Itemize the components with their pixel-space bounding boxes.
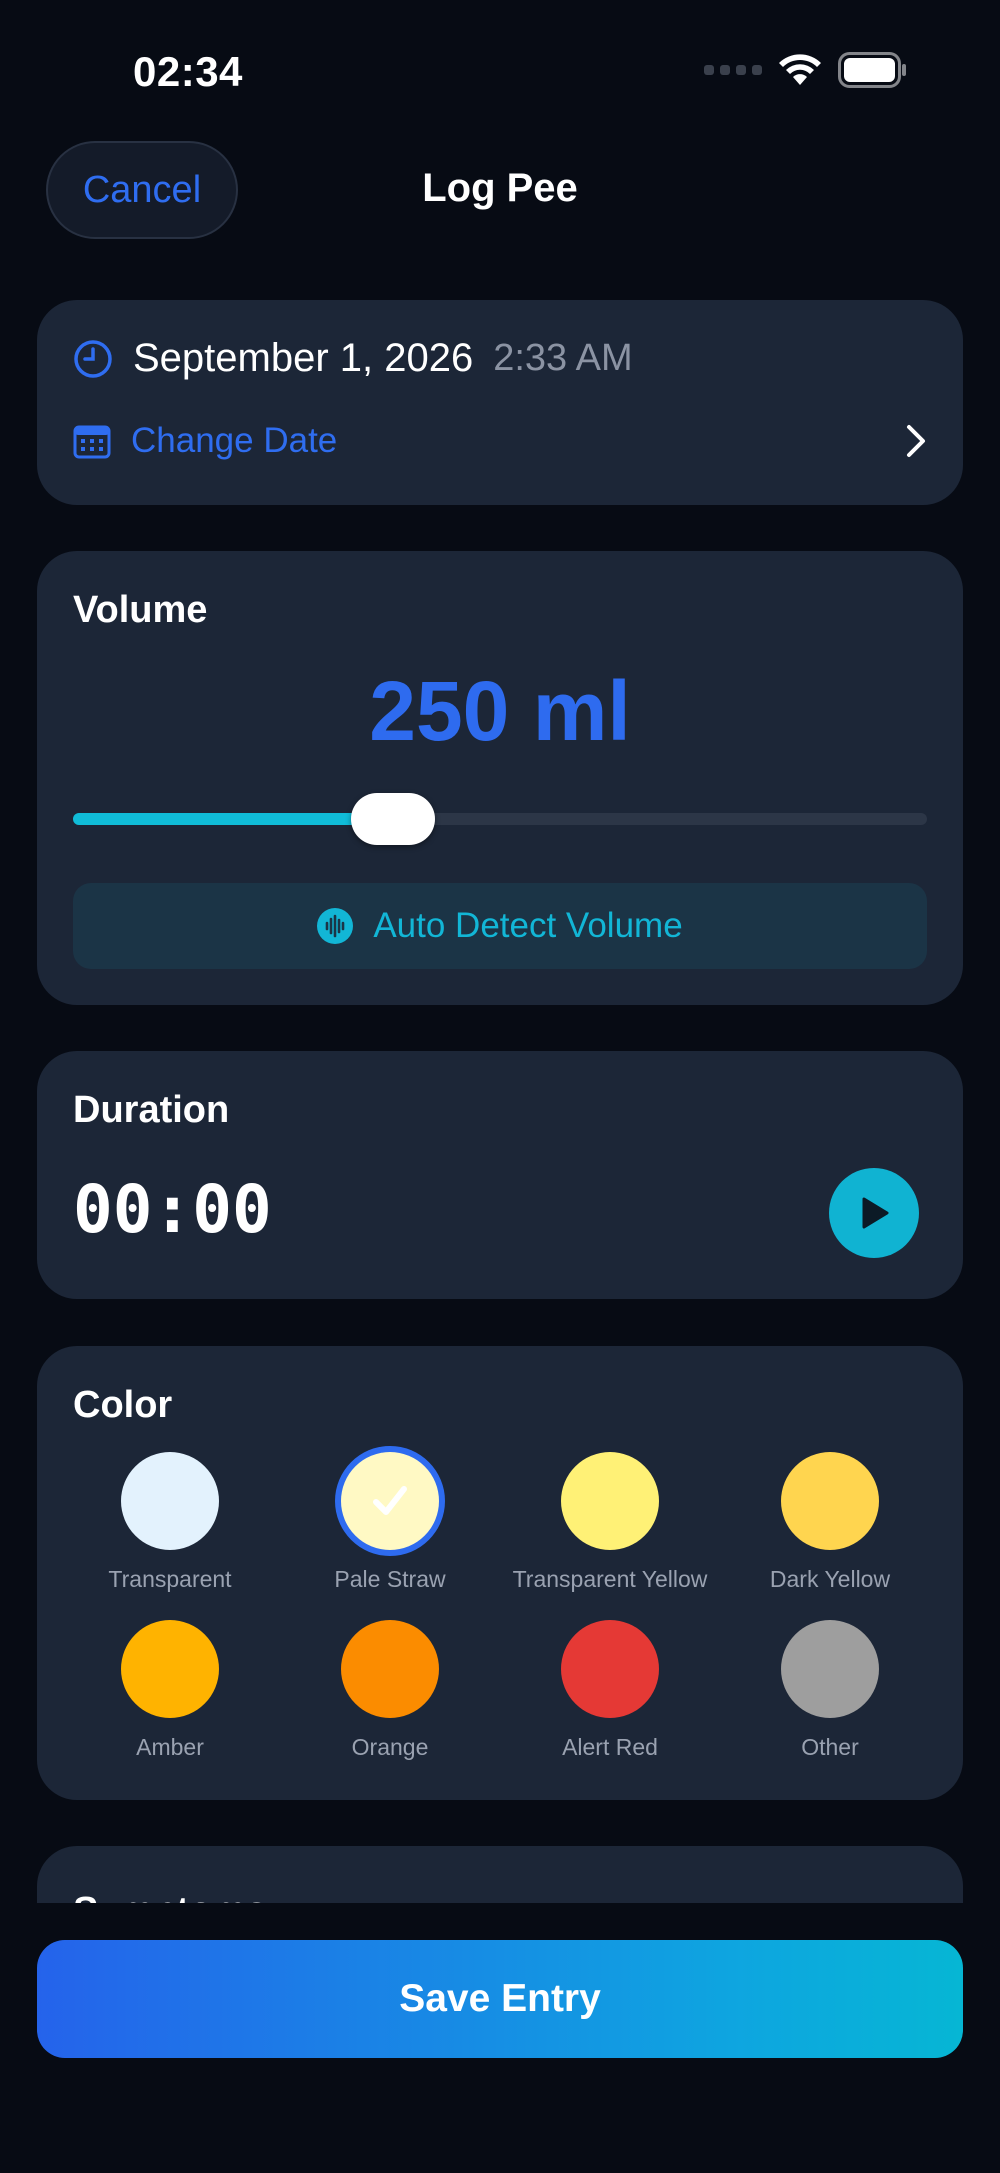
color-option-other[interactable]: Other	[720, 1620, 940, 1761]
color-swatch	[121, 1452, 219, 1550]
status-icons	[704, 52, 908, 88]
chevron-right-icon	[907, 425, 925, 457]
color-option-label: Amber	[136, 1734, 204, 1760]
volume-slider[interactable]	[73, 793, 927, 845]
color-card: Color Transparent Pale Straw Transparent Y…	[37, 1346, 963, 1800]
color-option-label: Transparent	[108, 1566, 232, 1592]
color-option-pale-straw[interactable]: Pale Straw	[280, 1452, 500, 1593]
date-card: September 1, 2026 2:33 AM Change Date	[37, 300, 963, 505]
color-option-transparent[interactable]: Transparent	[60, 1452, 280, 1593]
color-title: Color	[73, 1384, 173, 1426]
color-option-orange[interactable]: Orange	[280, 1620, 500, 1761]
play-icon	[862, 1197, 889, 1229]
battery-icon	[838, 52, 906, 88]
status-time: 02:34	[133, 48, 243, 95]
entry-time: 2:33 AM	[493, 337, 633, 379]
change-date-button[interactable]: Change Date	[73, 416, 927, 466]
color-swatch	[561, 1452, 659, 1550]
color-swatch	[121, 1620, 219, 1718]
start-timer-button[interactable]	[829, 1168, 919, 1258]
color-option-label: Transparent Yellow	[512, 1566, 708, 1592]
waveform-icon	[317, 908, 354, 944]
log-pee-screen: 02:34 Cancel Log Pee September 1, 2026 2…	[0, 0, 1000, 2173]
color-option-transparent-yellow[interactable]: Transparent Yellow	[500, 1452, 720, 1593]
duration-card: Duration 00:00	[37, 1051, 963, 1299]
volume-card: Volume 250 ml Auto Detect Volume	[37, 551, 963, 1005]
cellular-signal-icon	[704, 65, 762, 75]
date-time-row: September 1, 2026 2:33 AM	[73, 336, 633, 381]
color-swatch	[341, 1452, 439, 1550]
wifi-icon	[779, 54, 821, 85]
color-swatch	[341, 1620, 439, 1718]
volume-slider-thumb[interactable]	[351, 793, 435, 845]
change-date-label: Change Date	[131, 421, 338, 460]
color-option-label: Alert Red	[562, 1734, 658, 1760]
color-option-label: Pale Straw	[334, 1566, 446, 1592]
calendar-icon	[73, 425, 111, 459]
color-option-label: Other	[801, 1734, 859, 1760]
duration-timer: 00:00	[73, 1171, 272, 1248]
color-swatch	[781, 1452, 879, 1550]
color-option-label: Dark Yellow	[769, 1566, 891, 1592]
volume-slider-fill	[73, 813, 393, 825]
color-swatch	[781, 1620, 879, 1718]
volume-value: 250 ml	[369, 664, 631, 758]
auto-detect-volume-button[interactable]: Auto Detect Volume	[73, 883, 927, 969]
volume-title: Volume	[73, 589, 208, 631]
color-option-amber[interactable]: Amber	[60, 1620, 280, 1761]
color-option-dark-yellow[interactable]: Dark Yellow	[720, 1452, 940, 1593]
duration-title: Duration	[73, 1089, 230, 1131]
color-option-label: Orange	[351, 1734, 429, 1760]
color-swatch	[561, 1620, 659, 1718]
clock-icon	[74, 339, 112, 378]
entry-date: September 1, 2026	[133, 336, 474, 380]
page-title: Log Pee	[422, 166, 578, 210]
color-option-alert-red[interactable]: Alert Red	[500, 1620, 720, 1761]
checkmark-icon	[341, 1452, 439, 1550]
auto-detect-label: Auto Detect Volume	[373, 906, 683, 945]
save-entry-button[interactable]: Save Entry	[37, 1940, 963, 2058]
